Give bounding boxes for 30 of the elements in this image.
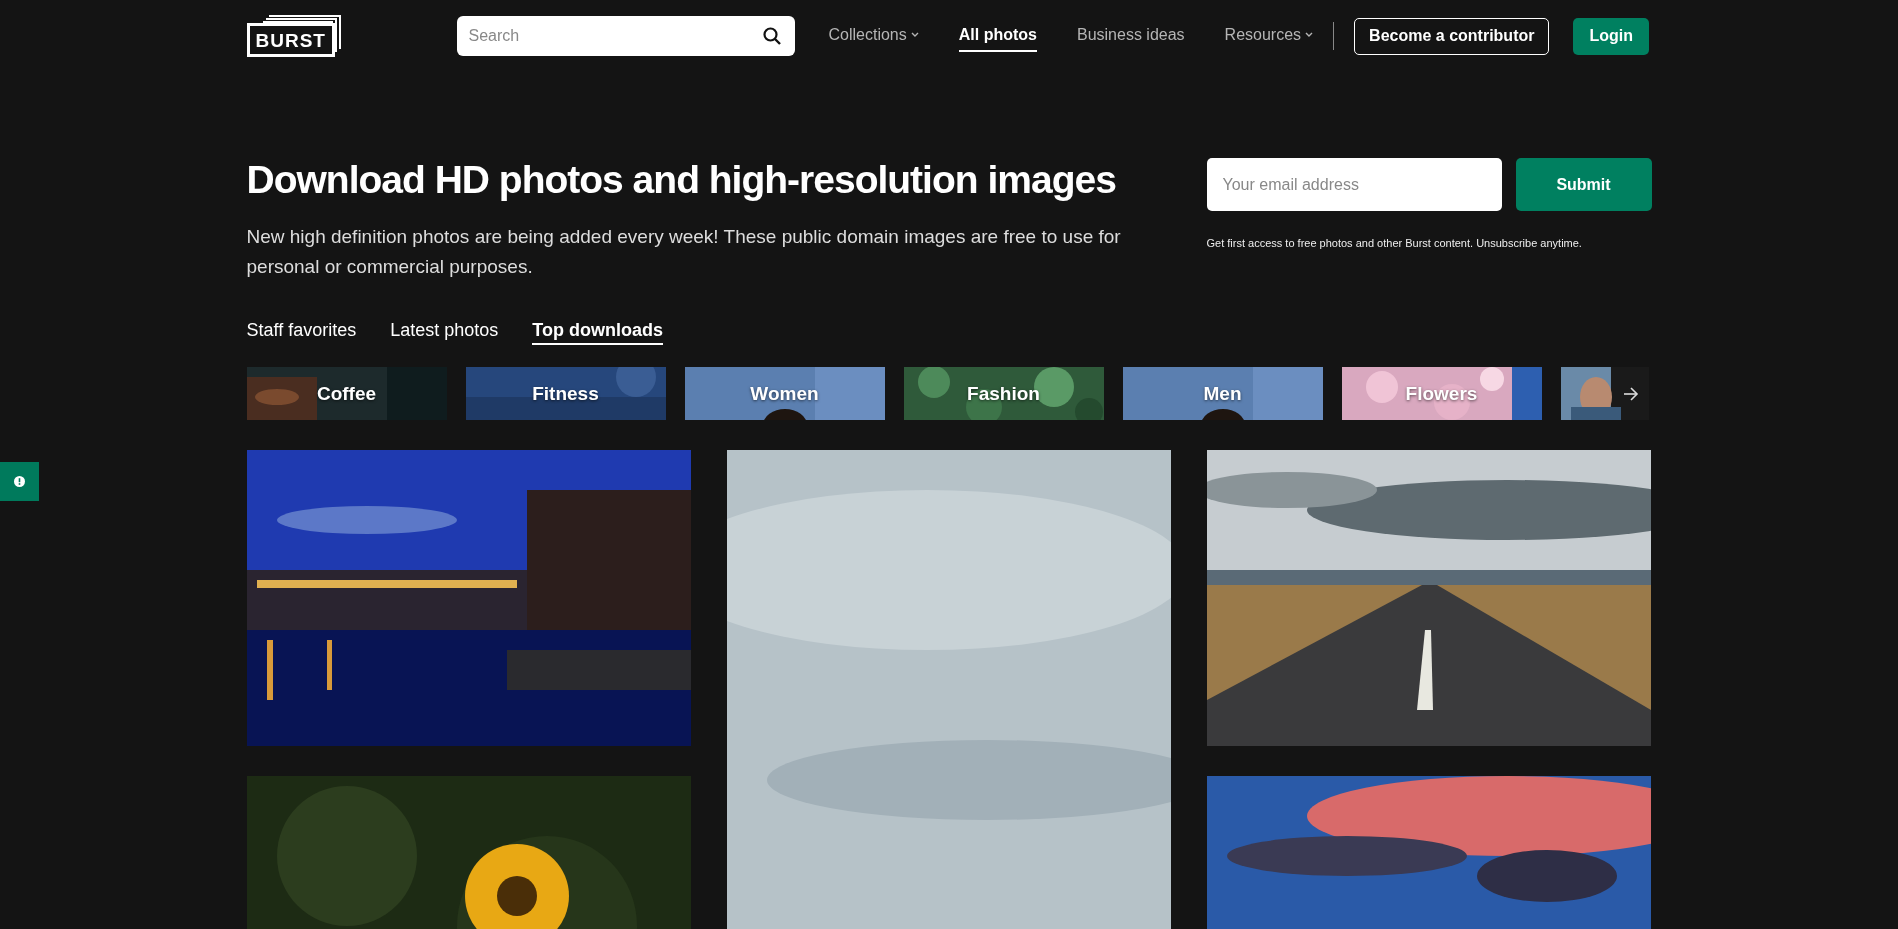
tab[interactable]: Top downloads bbox=[532, 320, 663, 345]
tab[interactable]: Staff favorites bbox=[246, 320, 357, 345]
search-field[interactable]: Search bbox=[456, 16, 795, 56]
category-tile[interactable]: Coffee bbox=[246, 367, 447, 420]
category-label: Flowers bbox=[1405, 382, 1478, 405]
category-label: Men bbox=[1203, 382, 1242, 405]
email-field[interactable]: Your email address bbox=[1206, 158, 1502, 211]
submit-button[interactable]: Submit bbox=[1515, 158, 1652, 211]
tab[interactable]: Latest photos bbox=[390, 320, 499, 345]
info-icon bbox=[14, 476, 25, 487]
login-button[interactable]: Login bbox=[1573, 17, 1649, 55]
signup-note: Get first access to free photos and other Burst content. Unsubscribe anytime. bbox=[1206, 237, 1583, 249]
nav-link[interactable]: Collections bbox=[828, 20, 919, 52]
description: New high definition photos are being added every week! These public domain images are free to use for personal or commercial purposes. bbox=[246, 225, 1122, 279]
arrow-right-icon[interactable] bbox=[1622, 386, 1639, 401]
category-tile[interactable]: Fashion bbox=[903, 367, 1104, 420]
feedback-button[interactable] bbox=[0, 462, 39, 501]
contributor-button[interactable]: Become a contributor bbox=[1354, 17, 1550, 55]
category-tile[interactable]: Fitness bbox=[465, 367, 666, 420]
page-title: Download HD photos and high-resolution images bbox=[246, 158, 1117, 202]
nav-link[interactable]: Business ideas bbox=[1077, 20, 1185, 52]
category-tile[interactable]: Men bbox=[1122, 367, 1323, 420]
category-label: Fitness bbox=[532, 382, 599, 405]
category-label: Fashion bbox=[967, 382, 1040, 405]
nav-link[interactable]: Resources bbox=[1224, 20, 1314, 52]
category-tile[interactable]: Women bbox=[684, 367, 885, 420]
category-label: Women bbox=[750, 382, 819, 405]
category-label: Coffee bbox=[316, 382, 377, 405]
search-icon[interactable] bbox=[762, 27, 781, 45]
nav-link[interactable]: All photos bbox=[958, 20, 1037, 52]
